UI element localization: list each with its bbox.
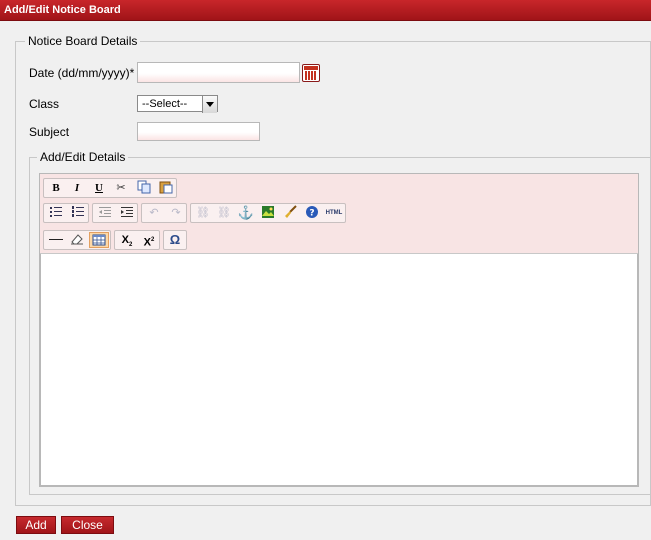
title-bar: Add/Edit Notice Board bbox=[0, 0, 651, 21]
undo-icon: ↶ bbox=[149, 207, 159, 219]
toolbar-group-indent bbox=[92, 203, 138, 223]
editor-toolbar: B I U ✂ ↶ ↷ ⛓ ⛓ ⚓ ? HTML X2 X2 Ω bbox=[40, 174, 638, 254]
copy-button[interactable] bbox=[134, 180, 154, 196]
anchor-button[interactable]: ⚓ bbox=[236, 205, 256, 221]
bullet-list-icon bbox=[50, 207, 62, 217]
special-character-button[interactable]: Ω bbox=[165, 232, 185, 248]
unordered-list-button[interactable] bbox=[46, 205, 66, 221]
add-edit-details-legend: Add/Edit Details bbox=[37, 150, 129, 164]
cut-button[interactable]: ✂ bbox=[111, 180, 131, 196]
cleanup-button[interactable] bbox=[280, 205, 300, 221]
chevron-down-icon[interactable] bbox=[202, 96, 217, 113]
calendar-icon[interactable] bbox=[302, 64, 320, 82]
paste-icon bbox=[159, 181, 173, 194]
notice-board-details-legend: Notice Board Details bbox=[25, 34, 141, 48]
subscript-mark: 2 bbox=[129, 242, 133, 249]
horizontal-rule-button[interactable] bbox=[46, 232, 66, 248]
indent-icon bbox=[121, 207, 133, 217]
superscript-icon: X bbox=[143, 236, 151, 249]
outdent-button[interactable] bbox=[95, 205, 115, 221]
class-label: Class bbox=[29, 97, 60, 111]
table-button[interactable] bbox=[89, 232, 109, 248]
scissors-icon: ✂ bbox=[116, 182, 126, 194]
horizontal-rule-icon bbox=[49, 239, 63, 240]
indent-button[interactable] bbox=[117, 205, 137, 221]
brush-icon bbox=[285, 205, 297, 218]
undo-button[interactable]: ↶ bbox=[144, 205, 164, 221]
superscript-button[interactable]: X2 bbox=[139, 232, 159, 249]
close-button[interactable]: Close bbox=[61, 516, 114, 534]
bold-button[interactable]: B bbox=[46, 180, 66, 196]
ordered-list-button[interactable] bbox=[68, 205, 88, 221]
help-icon: ? bbox=[306, 206, 318, 219]
link-button[interactable]: ⛓ bbox=[193, 205, 213, 221]
superscript-mark: 2 bbox=[151, 237, 155, 243]
toolbar-group-history: ↶ ↷ bbox=[141, 203, 187, 223]
class-selected-value: --Select-- bbox=[142, 98, 188, 110]
table-icon bbox=[92, 234, 106, 246]
toolbar-group-format: B I U ✂ bbox=[43, 178, 177, 198]
outdent-icon bbox=[99, 207, 111, 217]
svg-text:?: ? bbox=[309, 209, 314, 219]
image-icon bbox=[262, 206, 274, 218]
date-label: Date (dd/mm/yyyy)* bbox=[29, 66, 135, 80]
redo-button[interactable]: ↷ bbox=[166, 205, 186, 221]
anchor-icon: ⚓ bbox=[237, 205, 255, 220]
subject-input[interactable] bbox=[137, 122, 260, 141]
html-source-button[interactable]: HTML bbox=[323, 205, 345, 221]
unlink-button[interactable]: ⛓ bbox=[214, 205, 234, 221]
redo-icon: ↷ bbox=[171, 207, 181, 219]
link-icon: ⛓ bbox=[196, 207, 210, 219]
toolbar-group-script: X2 X2 bbox=[114, 230, 160, 250]
toolbar-group-insert: ⛓ ⛓ ⚓ ? HTML bbox=[190, 203, 346, 223]
subject-label: Subject bbox=[29, 125, 70, 139]
window-title: Add/Edit Notice Board bbox=[4, 4, 121, 16]
class-select[interactable]: --Select-- bbox=[137, 95, 218, 113]
eraser-icon bbox=[71, 234, 83, 245]
image-button[interactable] bbox=[258, 205, 278, 221]
toolbar-group-misc bbox=[43, 230, 111, 250]
italic-button[interactable]: I bbox=[67, 180, 87, 196]
toolbar-group-chars: Ω bbox=[163, 230, 187, 250]
add-button[interactable]: Add bbox=[16, 516, 56, 534]
subscript-icon: X bbox=[121, 234, 129, 246]
numbered-list-icon bbox=[72, 206, 84, 217]
underline-button[interactable]: U bbox=[89, 180, 109, 196]
help-button[interactable]: ? bbox=[302, 205, 322, 221]
date-input[interactable] bbox=[137, 62, 300, 83]
paste-button[interactable] bbox=[156, 180, 176, 196]
remove-format-button[interactable] bbox=[67, 232, 87, 248]
editor-content-area[interactable] bbox=[40, 254, 638, 486]
unlink-icon: ⛓ bbox=[217, 207, 231, 219]
subscript-button[interactable]: X2 bbox=[117, 232, 137, 248]
toolbar-group-lists bbox=[43, 203, 89, 223]
copy-icon bbox=[137, 180, 151, 194]
